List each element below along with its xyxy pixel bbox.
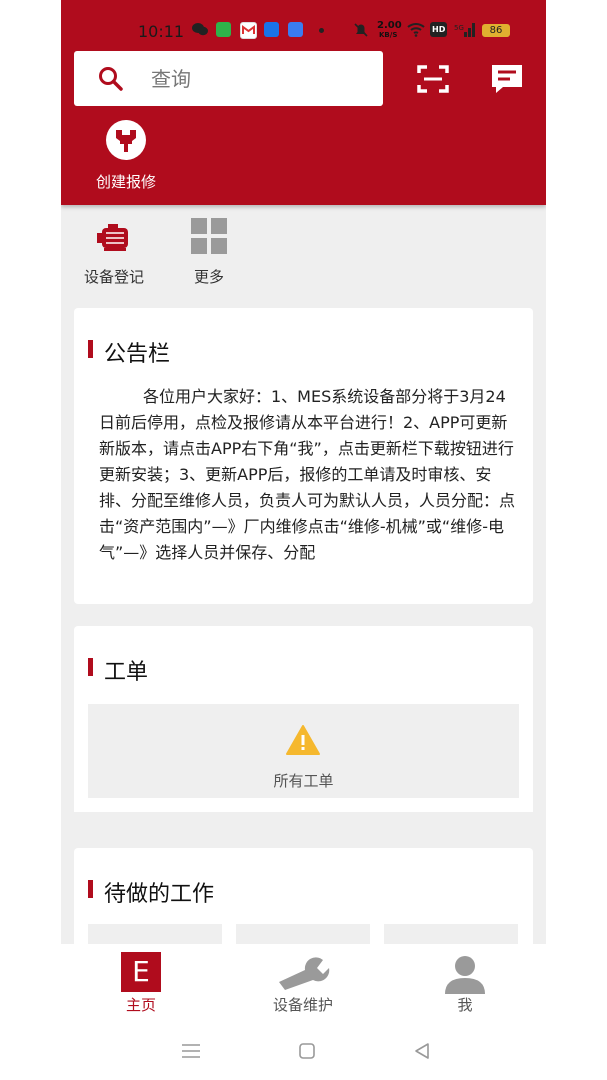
notice-title: 公告栏	[88, 336, 170, 368]
hd-label: HD	[432, 25, 446, 34]
home-e-icon: E	[121, 952, 161, 992]
wrench-icon	[116, 130, 136, 152]
tab-me[interactable]: 我	[405, 950, 525, 1015]
quick-action-label: 更多	[193, 268, 224, 286]
quick-action-more[interactable]: 更多	[164, 218, 254, 287]
notice-card: 公告栏 各位用户大家好：1、MES系统设备部分将于3月24日前后停用，点检及报修…	[74, 308, 533, 604]
gmail-icon	[240, 22, 257, 39]
wifi-icon	[407, 22, 425, 37]
mute-icon	[353, 22, 368, 37]
search-icon	[99, 67, 123, 91]
header: 10:11 2.00 KB/S HD 5G 86 查询 创建报修	[61, 0, 546, 205]
wrench-tab-icon	[279, 957, 330, 990]
scan-icon	[417, 65, 449, 93]
search-bar[interactable]	[74, 51, 383, 106]
system-nav-bar	[61, 1024, 546, 1080]
quick-action-label: 设备登记	[83, 268, 144, 286]
bottom-tab-bar: E 主页 设备维护 我	[61, 944, 546, 1024]
more-notifications-icon	[319, 28, 324, 33]
all-work-orders-label: 所有工单	[273, 772, 334, 790]
wechat-icon	[192, 22, 208, 37]
create-repair-label: 创建报修	[95, 173, 156, 191]
home-nav-icon[interactable]	[298, 1042, 316, 1060]
home-e-letter: E	[132, 955, 150, 988]
quick-action-device-register[interactable]: 设备登记	[69, 218, 159, 287]
message-app-icon	[216, 22, 231, 37]
todo-title: 待做的工作	[88, 876, 214, 908]
svg-text:5G: 5G	[454, 24, 464, 32]
back-nav-icon[interactable]	[413, 1042, 431, 1060]
hd-icon: HD	[430, 22, 447, 37]
maps-app-icon	[264, 22, 279, 37]
all-work-orders-button[interactable]: 所有工单	[88, 704, 519, 798]
message-icon	[492, 65, 522, 93]
tab-me-label: 我	[457, 996, 473, 1014]
user-icon	[445, 956, 485, 994]
tab-home-label: 主页	[125, 996, 156, 1014]
battery-indicator: 86	[482, 24, 510, 37]
notice-text: 各位用户大家好：1、MES系统设备部分将于3月24日前后停用，点检及报修请从本平…	[99, 387, 516, 562]
net-speed-value: 2.00	[377, 20, 402, 31]
status-time: 10:11	[138, 22, 185, 41]
create-repair-icon-circle	[106, 120, 146, 160]
work-order-card: 工单 所有工单	[74, 626, 533, 812]
warning-icon	[286, 725, 320, 755]
search-input[interactable]	[149, 63, 363, 95]
app-screen: 10:11 2.00 KB/S HD 5G 86 查询 创建报修 设备登记 更多…	[61, 0, 546, 1080]
status-bar: 10:11 2.00 KB/S HD 5G 86	[61, 18, 546, 46]
net-speed-unit: KB/S	[379, 31, 398, 39]
work-order-title: 工单	[88, 654, 148, 686]
menu-nav-icon[interactable]	[181, 1043, 201, 1059]
message-button[interactable]	[489, 62, 525, 96]
create-repair-button[interactable]: 创建报修	[86, 120, 166, 195]
motor-icon	[97, 224, 128, 251]
signal-icon: 5G	[454, 22, 476, 37]
tab-device-maintenance[interactable]: 设备维护	[243, 950, 363, 1015]
folder-app-icon	[288, 22, 303, 37]
grid-icon	[191, 218, 227, 254]
tab-home[interactable]: E 主页	[81, 950, 201, 1015]
tab-device-maintenance-label: 设备维护	[272, 996, 333, 1014]
scan-button[interactable]	[415, 63, 451, 95]
